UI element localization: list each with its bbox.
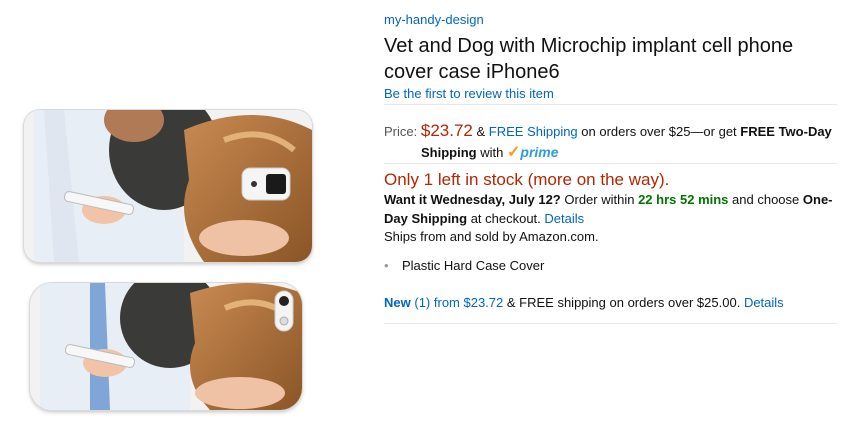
order-within: Order within: [564, 192, 635, 207]
price-amp: &: [476, 124, 486, 139]
new-offers-link[interactable]: New: [384, 295, 411, 310]
bullet-dot-icon: •: [384, 258, 389, 273]
product-images: [0, 0, 360, 439]
delivery-details-link[interactable]: Details: [544, 211, 584, 226]
feature-text: Plastic Hard Case Cover: [402, 258, 545, 273]
two-day-shipping: Shipping: [421, 145, 477, 160]
product-image-galaxy-case[interactable]: [24, 110, 312, 262]
new-details-link[interactable]: Details: [744, 295, 784, 310]
feature-bullet: • Plastic Hard Case Cover: [384, 258, 544, 273]
price-amount: $23.72: [420, 121, 473, 140]
ships-from: Ships from and sold by Amazon.com.: [384, 229, 599, 244]
brand-link[interactable]: my-handy-design: [384, 12, 484, 27]
stock-status: Only 1 left in stock (more on the way).: [384, 170, 670, 189]
vet-dog-photo: [30, 283, 302, 410]
prime-badge[interactable]: ✓prime: [506, 144, 559, 161]
one-day-label: One-: [802, 192, 833, 207]
price-label: Price:: [384, 124, 418, 139]
two-day-label: FREE Two-Day: [740, 124, 832, 139]
new-from: from: [433, 295, 460, 310]
and-choose: and choose: [732, 192, 800, 207]
price-on-orders: on orders over $25—or get: [581, 124, 737, 139]
review-link[interactable]: Be the first to review this item: [384, 86, 554, 101]
divider: [384, 104, 837, 105]
divider: [384, 163, 837, 164]
new-offers: New (1) from $23.72 & FREE shipping on o…: [384, 295, 784, 310]
prime-logo: prime: [520, 144, 559, 160]
vet-dog-photo: [24, 110, 312, 262]
one-day-shipping: Day Shipping: [384, 211, 468, 226]
new-shipping-text: & FREE shipping on orders over $25.00.: [506, 295, 741, 310]
new-count[interactable]: (1): [414, 295, 430, 310]
product-image-iphone-case[interactable]: [30, 283, 302, 410]
countdown-timer: 22 hrs 52 mins: [638, 192, 729, 207]
prime-check-icon: ✓: [506, 144, 521, 161]
price-block: Price: $23.72 & FREE Shipping on orders …: [384, 120, 838, 163]
delivery-date: Want it Wednesday, July 12?: [384, 192, 561, 207]
free-shipping-link[interactable]: FREE Shipping: [489, 124, 578, 139]
product-title: Vet and Dog with Microchip implant cell …: [384, 35, 794, 83]
new-price: $23.72: [463, 295, 504, 310]
price-with: with: [480, 145, 504, 160]
delivery-message: Want it Wednesday, July 12? Order within…: [384, 190, 838, 228]
divider: [384, 323, 837, 324]
at-checkout: at checkout.: [470, 211, 541, 226]
